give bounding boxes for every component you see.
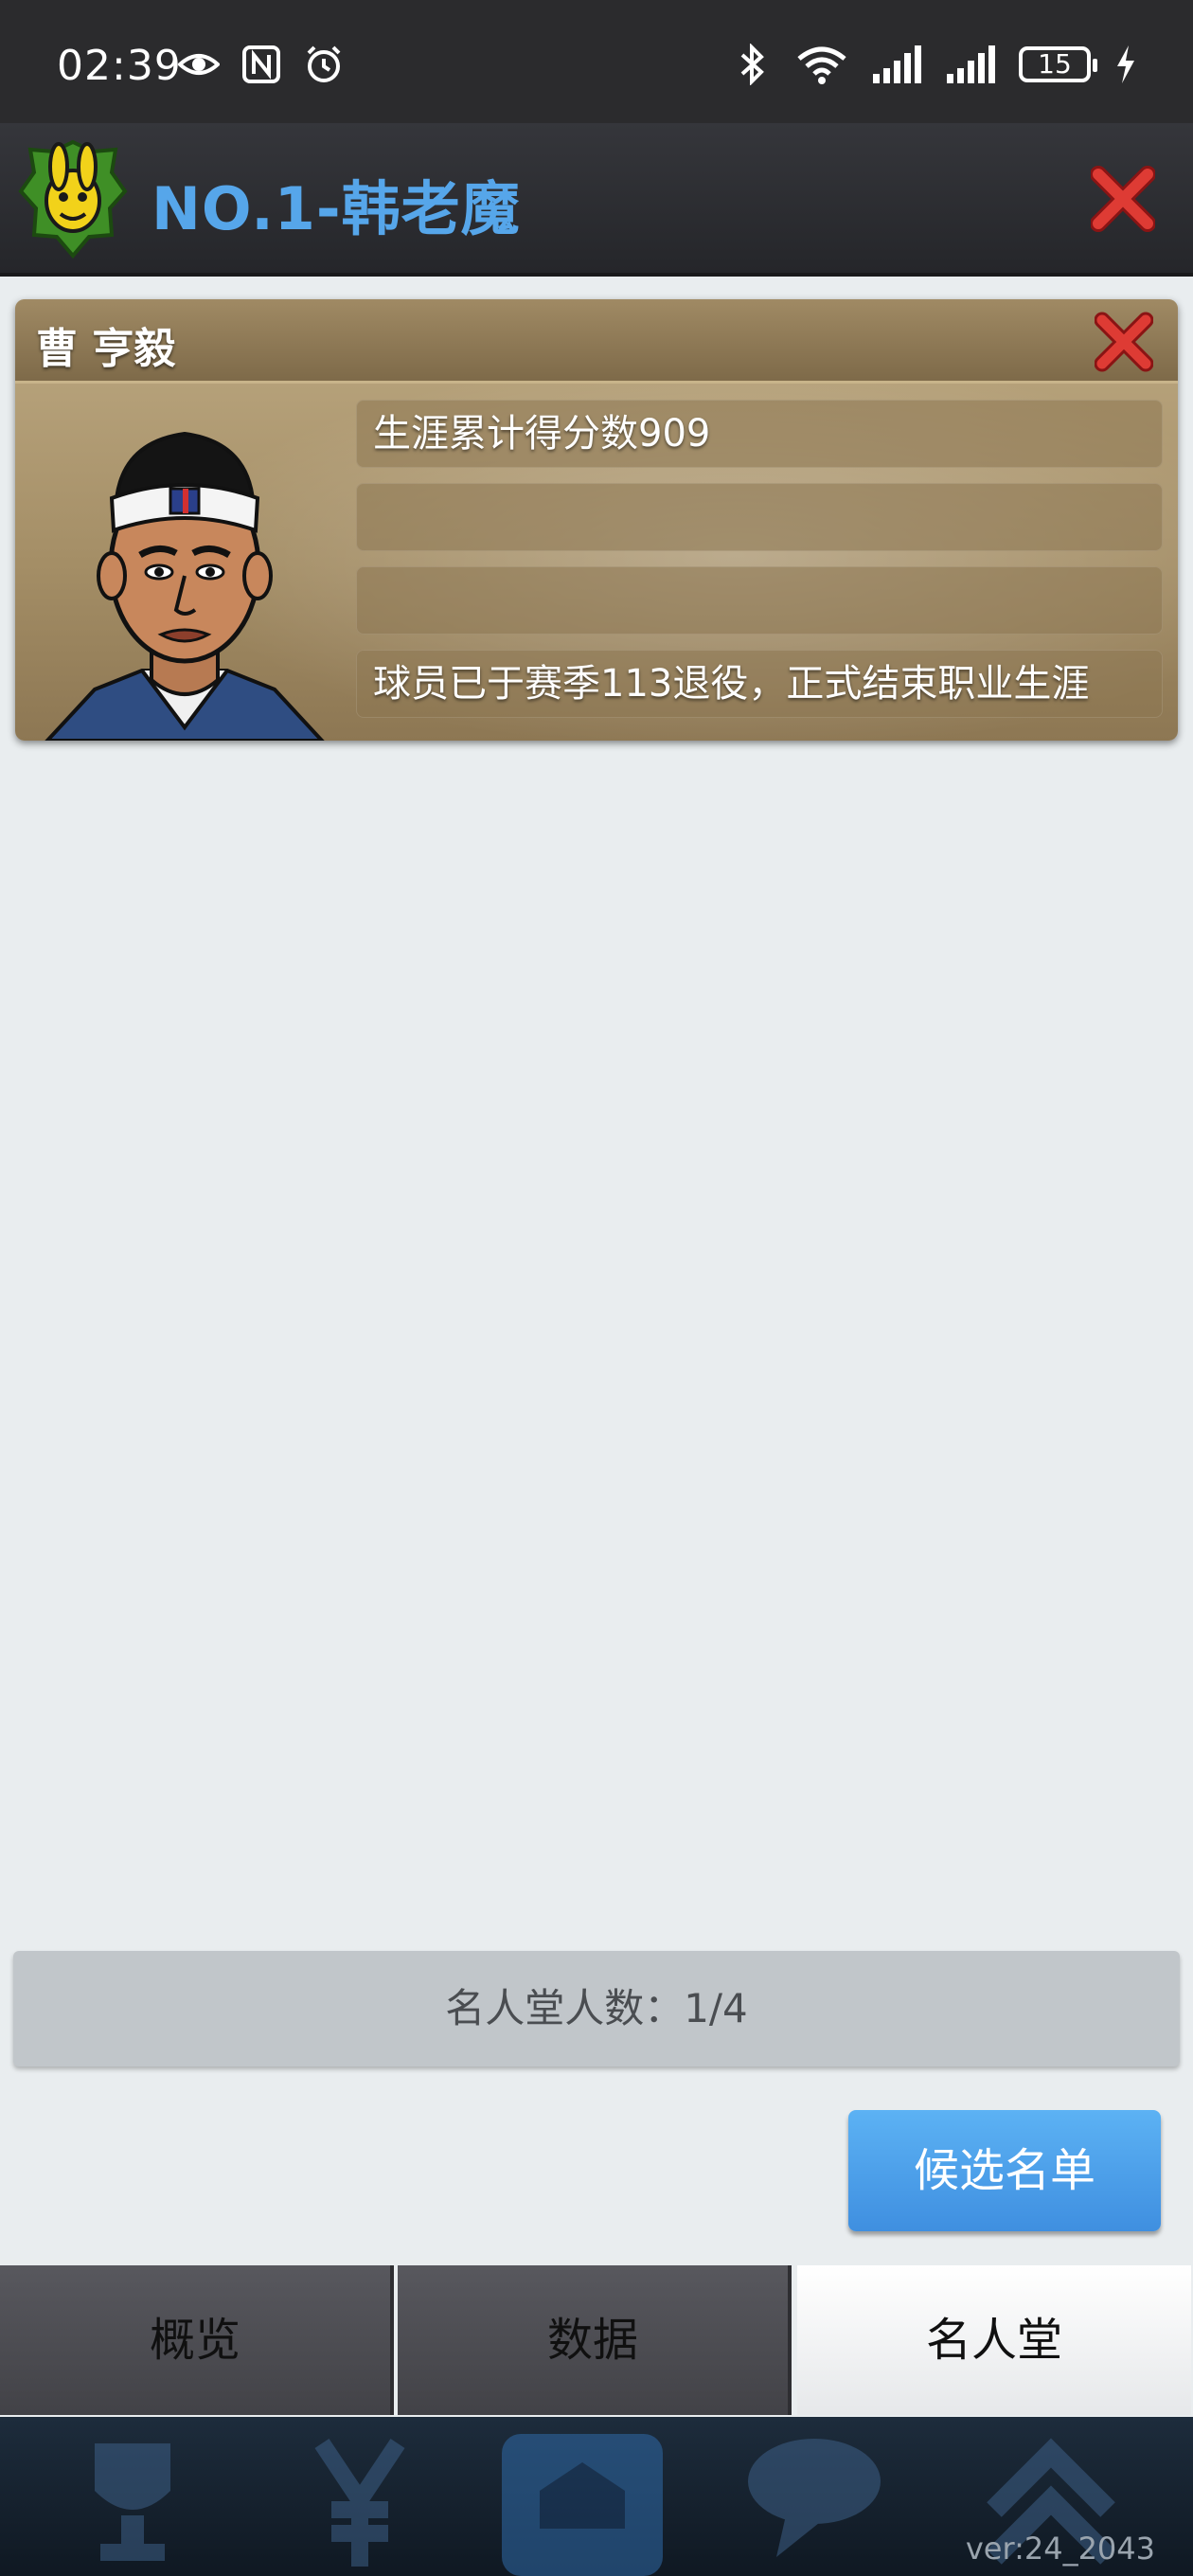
tab-overview[interactable]: 概览 xyxy=(0,2265,394,2415)
player-card-header: 曹 亨毅 xyxy=(15,299,1178,384)
alarm-icon xyxy=(307,45,341,82)
signal-icon xyxy=(873,45,921,83)
status-bar: 02:39 15 xyxy=(0,0,1193,123)
game-bottom-nav: ver:24_2043 xyxy=(0,2417,1193,2576)
close-icon[interactable] xyxy=(1091,165,1155,233)
hall-of-fame-count-bar: 名人堂人数：1/4 xyxy=(13,1951,1180,2066)
player-avatar xyxy=(45,431,325,741)
tab-data[interactable]: 数据 xyxy=(398,2265,792,2415)
status-time: 02:39 xyxy=(57,42,182,90)
bluetooth-icon xyxy=(740,44,764,85)
team-logo-icon xyxy=(18,139,128,259)
stat-career-points: 生涯累计得分数909 xyxy=(356,400,1163,468)
close-icon[interactable] xyxy=(1095,311,1153,373)
charging-icon xyxy=(1117,45,1134,83)
stat-row-empty xyxy=(356,483,1163,551)
signal-icon xyxy=(947,45,995,83)
candidate-list-button[interactable]: 候选名单 xyxy=(848,2110,1161,2231)
trophy-icon[interactable] xyxy=(38,2424,227,2576)
wifi-icon xyxy=(797,46,846,84)
stat-retirement-note: 球员已于赛季113退役，正式结束职业生涯 xyxy=(356,650,1163,718)
home-icon[interactable] xyxy=(483,2424,672,2576)
app-header: NO.1-韩老魔 xyxy=(0,123,1193,277)
eye-icon xyxy=(178,54,220,75)
hall-of-fame-count: 名人堂人数：1/4 xyxy=(445,1985,748,2031)
stat-row-empty xyxy=(356,566,1163,635)
nfc-icon xyxy=(242,45,280,83)
app-title: NO.1-韩老魔 xyxy=(151,174,521,243)
currency-icon[interactable] xyxy=(265,2424,454,2576)
battery-icon: 15 xyxy=(1019,46,1097,82)
tab-hall-of-fame[interactable]: 名人堂 xyxy=(797,2265,1191,2415)
tab-bar: 概览 数据 名人堂 xyxy=(0,2265,1193,2417)
player-card[interactable]: 曹 亨毅 生涯累计得分数909 球员已于赛季113退役，正式结束职业生涯 xyxy=(15,299,1178,741)
chat-icon[interactable] xyxy=(720,2424,909,2576)
version-label: ver:24_2043 xyxy=(965,2531,1155,2567)
player-name: 曹 亨毅 xyxy=(36,325,176,373)
